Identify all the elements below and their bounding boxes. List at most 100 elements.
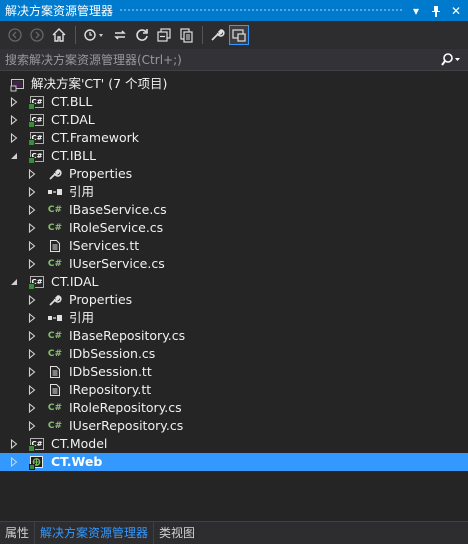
solution-tree: 解决方案'CT' (7 个项目) C# CT.BLL C# CT.DAL C# CT.Fra… <box>0 75 468 471</box>
tree-row[interactable]: C# CT.IBLL <box>0 147 468 165</box>
collapse-arrow-icon[interactable] <box>26 381 38 399</box>
collapse-arrow-icon[interactable] <box>26 255 38 273</box>
back-icon[interactable] <box>5 25 25 45</box>
tree-item-label: IDbSession.cs <box>69 346 156 361</box>
text-file-icon <box>47 364 63 380</box>
tree-row[interactable]: C# IRoleRepository.cs <box>0 399 468 417</box>
properties-wrench-icon[interactable] <box>207 25 227 45</box>
web-project-icon <box>29 454 45 470</box>
tree-row[interactable]: C# CT.Framework <box>0 129 468 147</box>
title-bar: 解决方案资源管理器 ▾ ✕ <box>0 0 468 21</box>
tree-row[interactable]: C# CT.DAL <box>0 111 468 129</box>
search-icon[interactable] <box>434 52 468 67</box>
tree-item-label: CT.IBLL <box>51 148 97 163</box>
collapse-arrow-icon[interactable] <box>26 363 38 381</box>
sync-icon[interactable] <box>110 25 130 45</box>
tree-item-label: 引用 <box>69 310 95 325</box>
tree-row[interactable]: C# IUserService.cs <box>0 255 468 273</box>
expand-arrow-icon[interactable] <box>8 273 20 291</box>
history-icon[interactable] <box>80 25 108 45</box>
collapse-arrow-icon[interactable] <box>26 201 38 219</box>
dropdown-arrow-icon[interactable]: ▾ <box>408 3 424 19</box>
expand-arrow-icon[interactable] <box>8 147 20 165</box>
tree-row[interactable]: C# CT.Model <box>0 435 468 453</box>
tree-row[interactable]: Properties <box>0 291 468 309</box>
collapse-arrow-icon[interactable] <box>26 291 38 309</box>
tab-solution-explorer[interactable]: 解决方案资源管理器 <box>34 522 155 544</box>
tree-item-label: IBaseRepository.cs <box>69 328 186 343</box>
csharp-file-icon: C# <box>47 403 63 413</box>
collapse-arrow-icon[interactable] <box>8 93 20 111</box>
preview-selected-items-icon[interactable] <box>229 25 249 45</box>
pin-icon[interactable] <box>428 3 444 19</box>
tree-item-label: IUserService.cs <box>69 256 165 271</box>
tree-item-label: CT.Model <box>51 436 108 451</box>
tab-properties[interactable]: 属性 <box>0 522 34 544</box>
tree-row[interactable]: C# CT.BLL <box>0 93 468 111</box>
collapse-all-icon[interactable] <box>154 25 174 45</box>
collapse-arrow-icon[interactable] <box>8 111 20 129</box>
toolbar-separator <box>202 26 203 44</box>
toolbar <box>0 21 468 49</box>
tab-class-view[interactable]: 类视图 <box>154 522 200 544</box>
tree-row[interactable]: C# IRoleService.cs <box>0 219 468 237</box>
tree-item-label: IRepository.tt <box>69 382 152 397</box>
tree-row[interactable]: C# IBaseService.cs <box>0 201 468 219</box>
show-all-files-icon[interactable] <box>176 25 196 45</box>
tree-row[interactable]: 解决方案'CT' (7 个项目) <box>0 75 468 93</box>
collapse-arrow-icon[interactable] <box>26 237 38 255</box>
csharp-project-icon: C# <box>28 276 44 290</box>
search-box <box>0 49 468 71</box>
csharp-file-icon: C# <box>47 331 63 341</box>
tree-item-label: CT.DAL <box>51 112 95 127</box>
csharp-project-icon: C# <box>28 150 44 164</box>
search-input[interactable] <box>5 52 434 67</box>
csharp-file-icon: C# <box>47 421 63 431</box>
csharp-file-icon: C# <box>47 349 63 359</box>
tree-row[interactable]: C# IUserRepository.cs <box>0 417 468 435</box>
collapse-arrow-icon[interactable] <box>8 129 20 147</box>
wrench-icon <box>47 292 63 308</box>
collapse-arrow-icon[interactable] <box>26 309 38 327</box>
tree-item-label: CT.Framework <box>51 130 140 145</box>
references-icon <box>47 310 63 326</box>
text-file-icon <box>47 238 63 254</box>
tree-item-label: 解决方案'CT' (7 个项目) <box>31 76 168 91</box>
tree-row[interactable]: 引用 <box>0 183 468 201</box>
csharp-file-icon: C# <box>47 223 63 233</box>
collapse-arrow-icon[interactable] <box>26 345 38 363</box>
collapse-arrow-icon[interactable] <box>26 183 38 201</box>
tree-item-label: IUserRepository.cs <box>69 418 184 433</box>
collapse-arrow-icon[interactable] <box>8 453 20 471</box>
toolbar-separator <box>75 26 76 44</box>
tree-row[interactable]: C# IBaseRepository.cs <box>0 327 468 345</box>
tree-row[interactable]: IRepository.tt <box>0 381 468 399</box>
tree-row[interactable]: C# CT.IDAL <box>0 273 468 291</box>
csharp-project-icon: C# <box>28 96 44 110</box>
refresh-icon[interactable] <box>132 25 152 45</box>
collapse-arrow-icon[interactable] <box>8 435 20 453</box>
forward-icon[interactable] <box>27 25 47 45</box>
title-grip[interactable] <box>119 8 402 13</box>
tree-row[interactable]: IDbSession.tt <box>0 363 468 381</box>
csharp-project-icon: C# <box>28 132 44 146</box>
tree-item-label: CT.IDAL <box>51 274 99 289</box>
tree-item-label: CT.Web <box>51 454 103 469</box>
wrench-icon <box>47 166 63 182</box>
tree-item-label: IRoleService.cs <box>69 220 164 235</box>
tree-row[interactable]: IServices.tt <box>0 237 468 255</box>
tree-row[interactable]: C# IDbSession.cs <box>0 345 468 363</box>
collapse-arrow-icon[interactable] <box>26 327 38 345</box>
tree-row[interactable]: Properties <box>0 165 468 183</box>
close-icon[interactable]: ✕ <box>448 3 464 19</box>
collapse-arrow-icon[interactable] <box>26 417 38 435</box>
csharp-project-icon: C# <box>28 438 44 452</box>
collapse-arrow-icon[interactable] <box>26 165 38 183</box>
tree-row[interactable]: 引用 <box>0 309 468 327</box>
home-icon[interactable] <box>49 25 69 45</box>
tree-item-label: IServices.tt <box>69 238 140 253</box>
collapse-arrow-icon[interactable] <box>26 399 38 417</box>
references-icon <box>47 184 63 200</box>
collapse-arrow-icon[interactable] <box>26 219 38 237</box>
tree-row[interactable]: CT.Web <box>0 453 468 471</box>
